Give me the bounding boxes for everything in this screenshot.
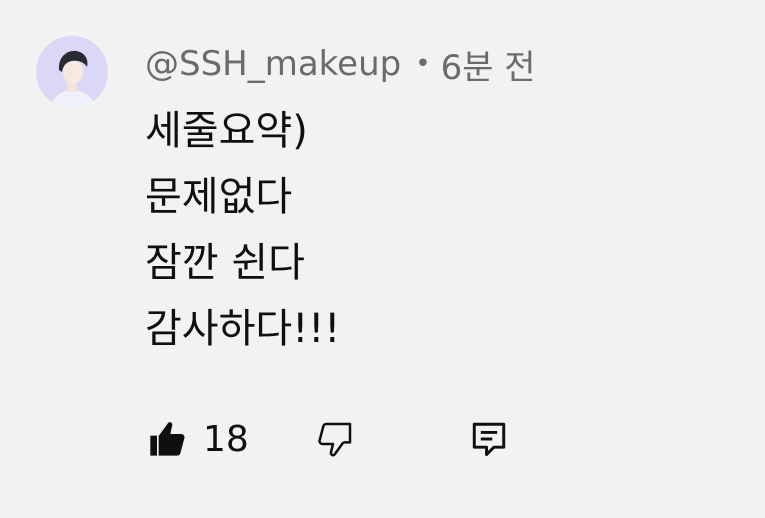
comment-line: 세줄요약) <box>145 108 308 154</box>
thumbs-up-icon <box>150 422 185 456</box>
avatar[interactable] <box>36 36 108 108</box>
avatar-image <box>36 36 108 108</box>
like-count: 18 <box>203 418 249 460</box>
comment-line: 잠깐 쉰다 <box>145 240 305 286</box>
like-button[interactable] <box>145 417 189 461</box>
comment-text: 세줄요약) 문제없다 잠깐 쉰다 감사하다!!! <box>145 98 340 362</box>
comment-reply-icon <box>472 422 506 457</box>
separator-dot: • <box>415 49 431 79</box>
comment-header: @SSH_makeup • 6분 전 <box>145 40 536 88</box>
author-name[interactable]: @SSH_makeup <box>145 44 401 84</box>
timestamp[interactable]: 6분 전 <box>441 40 536 89</box>
comment-line: 감사하다!!! <box>145 306 341 352</box>
reply-button[interactable] <box>469 417 509 461</box>
comment-line: 문제없다 <box>145 174 293 220</box>
dislike-button[interactable] <box>313 417 357 461</box>
comment-actions: 18 <box>145 414 509 464</box>
thumbs-down-icon <box>318 422 352 457</box>
